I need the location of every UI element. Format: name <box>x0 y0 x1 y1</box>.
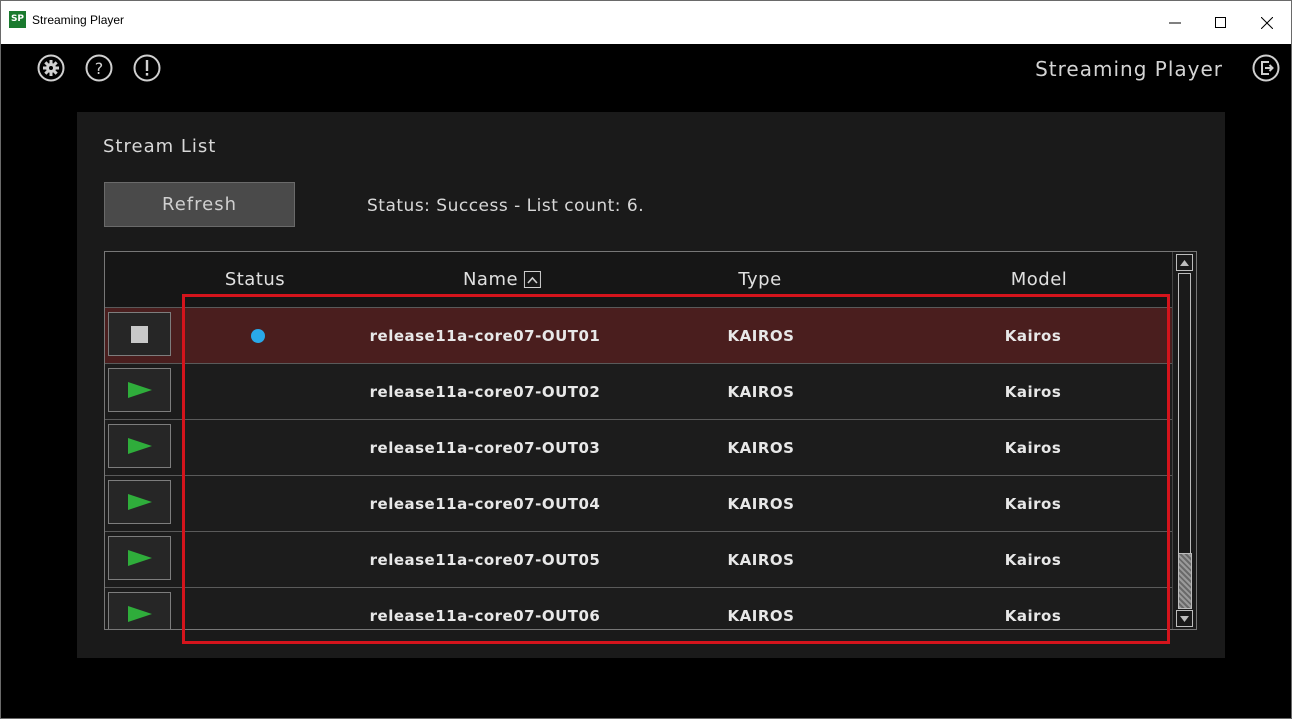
table-row[interactable]: release11a-core07-OUT06 KAIROS Kairos <box>105 587 1173 629</box>
maximize-icon <box>1215 16 1226 28</box>
table-row[interactable]: release11a-core07-OUT04 KAIROS Kairos <box>105 475 1173 531</box>
column-header-type[interactable]: Type <box>738 269 781 290</box>
play-button[interactable] <box>108 368 171 412</box>
help-icon[interactable]: ? <box>85 54 113 82</box>
gear-icon[interactable] <box>37 54 65 82</box>
table-row[interactable]: release11a-core07-OUT05 KAIROS Kairos <box>105 531 1173 587</box>
svg-text:?: ? <box>95 59 104 78</box>
minimize-icon <box>1169 22 1181 23</box>
row-type: KAIROS <box>727 327 795 345</box>
app-name-label: Streaming Player <box>1035 57 1223 81</box>
row-name: release11a-core07-OUT04 <box>369 495 601 513</box>
column-header-model[interactable]: Model <box>1011 269 1068 290</box>
streaming-player-window: SP Streaming Player ? Streaming Player S… <box>0 0 1292 719</box>
close-button[interactable] <box>1244 1 1290 44</box>
play-icon <box>127 606 152 622</box>
table-row[interactable]: release11a-core07-OUT02 KAIROS Kairos <box>105 363 1173 419</box>
stream-list-panel: Stream List Refresh Status: Success - Li… <box>77 112 1225 658</box>
row-type: KAIROS <box>727 383 795 401</box>
row-name: release11a-core07-OUT02 <box>369 383 601 401</box>
column-header-status[interactable]: Status <box>225 269 285 290</box>
row-type: KAIROS <box>727 551 795 569</box>
column-header-status-label: Status <box>224 269 286 290</box>
window-title: Streaming Player <box>32 13 125 27</box>
scroll-down-icon <box>1180 615 1189 622</box>
row-model: Kairos <box>1004 495 1062 513</box>
table-body: release11a-core07-OUT01 KAIROS Kairos re… <box>105 307 1173 629</box>
scroll-thumb[interactable] <box>1178 553 1192 609</box>
play-icon <box>127 382 152 398</box>
play-button[interactable] <box>108 536 171 580</box>
scroll-up-icon <box>1180 259 1189 266</box>
row-model: Kairos <box>1004 551 1062 569</box>
table-scrollbar[interactable] <box>1172 252 1196 629</box>
row-type: KAIROS <box>727 495 795 513</box>
column-header-model-label: Model <box>1010 269 1068 290</box>
row-type: KAIROS <box>727 607 795 625</box>
maximize-button[interactable] <box>1198 1 1244 44</box>
app-icon: SP <box>9 11 26 28</box>
stream-list-title: Stream List <box>103 136 217 157</box>
play-icon <box>127 550 152 566</box>
row-name: release11a-core07-OUT06 <box>369 607 601 625</box>
status-playing-indicator <box>251 329 265 343</box>
column-header-name[interactable]: Name <box>462 269 542 290</box>
close-icon <box>1261 16 1273 29</box>
row-type: KAIROS <box>727 439 795 457</box>
scroll-down-button[interactable] <box>1176 610 1193 627</box>
play-icon <box>127 494 152 510</box>
minimize-button[interactable] <box>1152 1 1198 44</box>
list-status-text: Status: Success - List count: 6. <box>367 196 645 216</box>
stream-table: Status Name Type Model release11a-core07… <box>104 251 1197 630</box>
scroll-track[interactable] <box>1178 273 1191 553</box>
title-bar[interactable]: SP Streaming Player <box>1 1 1291 44</box>
table-row[interactable]: release11a-core07-OUT01 KAIROS Kairos <box>105 307 1173 363</box>
alert-icon[interactable] <box>133 54 161 82</box>
refresh-button[interactable]: Refresh <box>104 182 295 227</box>
stop-button[interactable] <box>108 312 171 356</box>
scroll-up-button[interactable] <box>1176 254 1193 271</box>
logout-icon[interactable] <box>1252 54 1280 82</box>
row-model: Kairos <box>1004 383 1062 401</box>
row-model: Kairos <box>1004 607 1062 625</box>
play-icon <box>127 438 152 454</box>
sort-ascending-icon[interactable] <box>524 271 542 288</box>
play-button[interactable] <box>108 592 171 629</box>
row-name: release11a-core07-OUT03 <box>369 439 601 457</box>
row-model: Kairos <box>1004 327 1062 345</box>
row-name: release11a-core07-OUT05 <box>369 551 601 569</box>
table-header: Status Name Type Model <box>105 252 1173 307</box>
row-name: release11a-core07-OUT01 <box>369 327 601 345</box>
column-header-type-label: Type <box>738 269 782 290</box>
column-header-name-label: Name <box>462 269 519 290</box>
row-model: Kairos <box>1004 439 1062 457</box>
stop-icon <box>131 325 148 343</box>
table-row[interactable]: release11a-core07-OUT03 KAIROS Kairos <box>105 419 1173 475</box>
play-button[interactable] <box>108 480 171 524</box>
play-button[interactable] <box>108 424 171 468</box>
